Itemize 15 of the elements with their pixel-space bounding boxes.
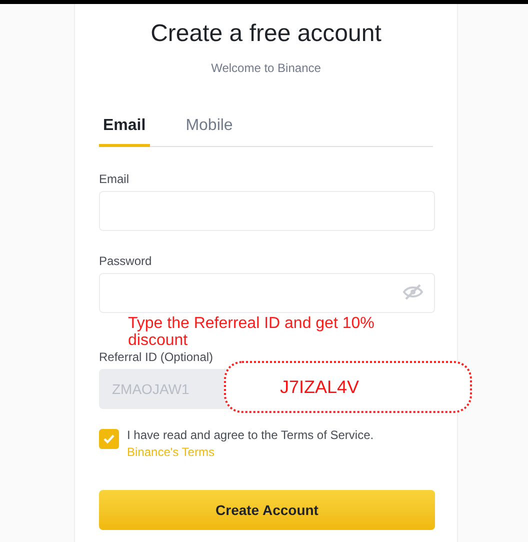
page-title: Create a free account — [150, 19, 382, 49]
create-account-button[interactable]: Create Account — [99, 490, 435, 530]
referral-code-tooltip: J7IZAL4V — [224, 361, 472, 413]
terms-text: I have read and agree to the Terms of Service. Binance's Terms — [127, 427, 375, 461]
hidden-eye-icon[interactable] — [403, 284, 423, 300]
annotation-text: Type the Referreal ID and get 10% discount — [128, 315, 376, 349]
field-label: Referral ID (Optional) — [99, 349, 214, 365]
tab[interactable]: Email — [99, 114, 150, 147]
check-icon — [103, 434, 115, 444]
field-label: Email — [99, 171, 130, 187]
field-label: Password — [99, 253, 153, 269]
agree-checkbox[interactable] — [99, 429, 119, 449]
tab[interactable]: Mobile — [182, 114, 237, 147]
password-field[interactable] — [99, 273, 435, 313]
subtitle: Welcome to Binance — [210, 60, 322, 76]
